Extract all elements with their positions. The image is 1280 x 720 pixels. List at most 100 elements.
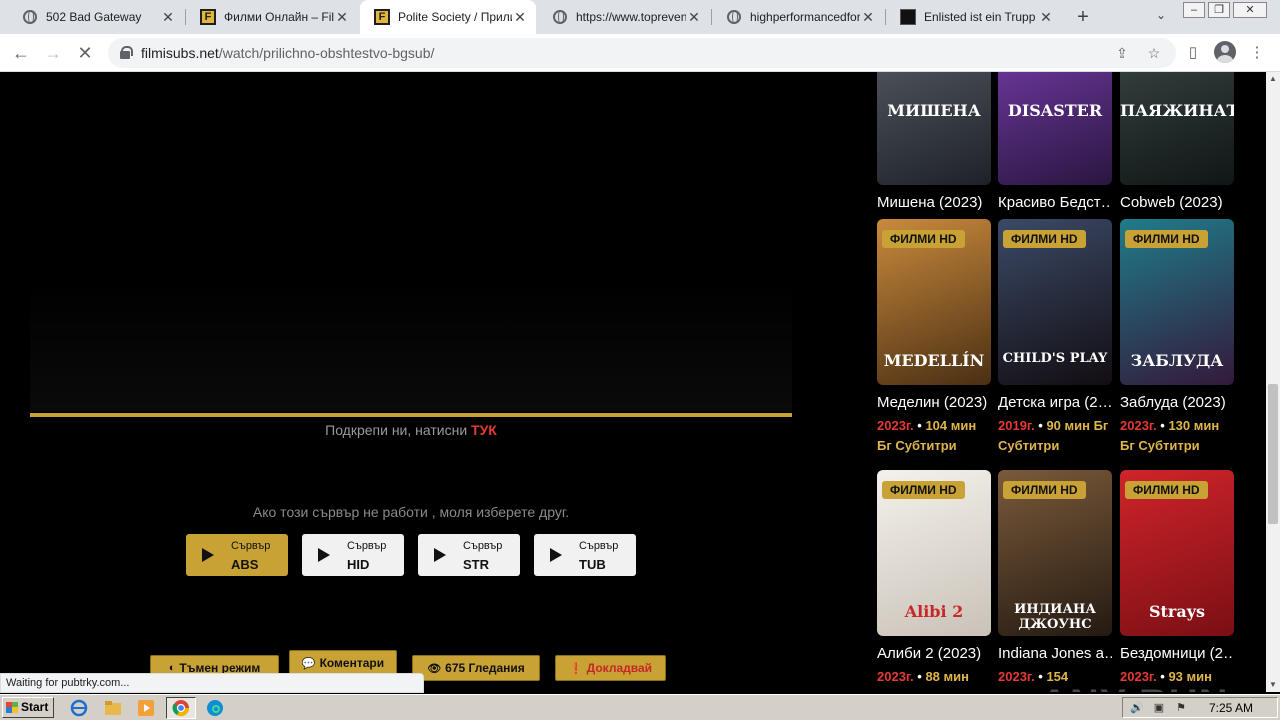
- server-name: TUB: [579, 557, 606, 572]
- report-button[interactable]: ❗ Докладвай: [555, 655, 666, 681]
- windows-taskbar: Start 🔊 ▣ ⚑ 7:25 AM: [0, 694, 1280, 720]
- restore-button[interactable]: ❐: [1208, 2, 1230, 18]
- scroll-up-arrow-icon[interactable]: ▲: [1266, 72, 1280, 86]
- movie-poster[interactable]: МИШЕНА: [877, 72, 991, 185]
- movie-card[interactable]: ФИЛМИ HD CHILD'S PLAY Детска игра (2019) 20…: [998, 219, 1112, 469]
- movie-card[interactable]: ФИЛМИ HD ЗАБЛУДА Заблуда (2023) 2023г. • 13…: [1120, 219, 1234, 469]
- filmisubs-icon: F: [200, 9, 216, 25]
- movie-title[interactable]: Меделин (2023): [877, 394, 991, 411]
- video-player[interactable]: [30, 278, 792, 412]
- movie-title[interactable]: Детска игра (2019): [998, 394, 1112, 411]
- url-text[interactable]: filmisubs.net/watch/prilichno-obshtestvo…: [141, 45, 434, 61]
- play-icon: [202, 548, 214, 562]
- movie-title[interactable]: Алиби 2 (2023): [877, 645, 991, 662]
- meta-separator: •: [1156, 418, 1169, 433]
- poster-title-art: Strays: [1148, 602, 1206, 621]
- menu-kebab-icon[interactable]: ⋮: [1245, 41, 1269, 65]
- server-label: Сървър: [347, 540, 387, 552]
- close-icon[interactable]: ✕: [334, 9, 350, 25]
- globe-icon: [726, 9, 742, 25]
- side-panel-icon[interactable]: ▯: [1181, 41, 1205, 65]
- hd-badge: ФИЛМИ HD: [882, 230, 965, 248]
- enlisted-icon: [900, 9, 916, 25]
- movie-poster[interactable]: ФИЛМИ HD CHILD'S PLAY: [998, 219, 1112, 385]
- profile-avatar[interactable]: [1214, 41, 1236, 63]
- close-icon[interactable]: ✕: [1038, 9, 1054, 25]
- support-link[interactable]: ТУК: [471, 422, 497, 438]
- edge-icon[interactable]: [204, 698, 226, 718]
- browser-toolbar: ← → ✕ filmisubs.net/watch/prilichno-obsh…: [0, 34, 1280, 72]
- lock-icon[interactable]: [120, 46, 133, 59]
- internet-explorer-icon[interactable]: [68, 698, 90, 718]
- close-icon[interactable]: ✕: [860, 9, 876, 25]
- comment-icon: 💬: [301, 657, 316, 670]
- close-icon[interactable]: ✕: [160, 9, 176, 25]
- movie-title[interactable]: Красиво Бедствие 2: [998, 194, 1112, 211]
- movie-title[interactable]: Бездомници (2023): [1120, 645, 1234, 662]
- url-host: filmisubs.net: [141, 45, 219, 61]
- movie-poster[interactable]: DISASTER: [998, 72, 1112, 185]
- window-close-button[interactable]: ✕: [1233, 2, 1267, 18]
- chrome-taskbar-button[interactable]: [166, 697, 196, 719]
- tab-search-chevron-icon[interactable]: ⌄: [1152, 8, 1170, 26]
- tab-topreventionsexual[interactable]: https://www.topreventionsexual ✕: [538, 0, 710, 34]
- poster-title-art: ЗАБЛУДА: [1130, 351, 1224, 370]
- address-bar[interactable]: filmisubs.net/watch/prilichno-obshtestvo…: [108, 38, 1176, 68]
- server-label: Сървър: [463, 540, 503, 552]
- movie-card[interactable]: ФИЛМИ HD Alibi 2 Алиби 2 (2023) 2023г. • 88…: [877, 470, 991, 692]
- meta-separator: •: [913, 418, 926, 433]
- movie-poster[interactable]: ФИЛМИ HD ЗАБЛУДА: [1120, 219, 1234, 385]
- page-scrollbar[interactable]: ▲ ▼: [1266, 72, 1280, 692]
- tab-filmi-online[interactable]: F Филми Онлайн – FilmiSubs ✕: [186, 0, 358, 34]
- movie-poster[interactable]: ФИЛМИ HD MEDELLÍN: [877, 219, 991, 385]
- media-player-icon[interactable]: [135, 698, 157, 718]
- bookmark-star-icon[interactable]: ☆: [1144, 43, 1164, 63]
- minimize-button[interactable]: –: [1183, 2, 1205, 18]
- clock: 7:25 AM: [1209, 701, 1254, 715]
- movie-year: 2019г.: [998, 418, 1035, 433]
- back-arrow-icon[interactable]: ←: [9, 41, 33, 65]
- stop-loading-icon[interactable]: ✕: [73, 41, 97, 65]
- movie-title[interactable]: Cobweb (2023): [1120, 194, 1234, 211]
- server-button-str[interactable]: Сървър STR: [418, 534, 520, 576]
- server-button-hid[interactable]: Сървър HID: [302, 534, 404, 576]
- network-icon[interactable]: ▣: [1151, 701, 1167, 715]
- comments-label: Коментари: [319, 656, 385, 670]
- tab-polite-society[interactable]: F Polite Society / Прилично общество ✕: [360, 0, 536, 34]
- volume-icon[interactable]: 🔊: [1129, 701, 1145, 715]
- movie-year: 2023г.: [877, 669, 914, 684]
- tab-highperformance[interactable]: highperformancedformats ✕: [712, 0, 884, 34]
- movie-card[interactable]: ФИЛМИ HDStraysБездомници (2023)2023г. • …: [1120, 470, 1234, 692]
- tab-title: 502 Bad Gateway: [46, 10, 142, 24]
- movie-title[interactable]: Заблуда (2023): [1120, 394, 1234, 411]
- close-icon[interactable]: ✕: [686, 9, 702, 25]
- flag-notification-icon[interactable]: ⚑: [1173, 701, 1189, 715]
- play-icon: [550, 548, 562, 562]
- views-label: 675 Гледания: [445, 661, 525, 675]
- movie-poster[interactable]: ФИЛМИ HD Alibi 2: [877, 470, 991, 636]
- play-icon: [434, 548, 446, 562]
- server-button-abs[interactable]: Сървър ABS: [186, 534, 288, 576]
- file-explorer-icon[interactable]: [102, 698, 124, 718]
- movie-poster[interactable]: ФИЛМИ HD ИНДИАНА ДЖОУНС: [998, 470, 1112, 636]
- movie-card[interactable]: ФИЛМИ HD MEDELLÍN Меделин (2023) 2023г. • 1…: [877, 219, 991, 469]
- anyrun-watermark: ANY RUN: [1040, 682, 1229, 692]
- server-button-tub[interactable]: Сървър TUB: [534, 534, 636, 576]
- movie-card[interactable]: ФИЛМИ HD ИНДИАНА ДЖОУНС Indiana Jones and …: [998, 470, 1112, 692]
- forward-arrow-icon[interactable]: →: [41, 41, 65, 65]
- share-icon[interactable]: ⇪: [1112, 43, 1132, 63]
- meta-separator: •: [1034, 418, 1047, 433]
- movie-title[interactable]: Indiana Jones and the Dial of Destiny: [998, 645, 1112, 662]
- scrollbar-thumb[interactable]: [1268, 384, 1278, 524]
- tab-502-bad-gateway[interactable]: 502 Bad Gateway ✕: [8, 0, 184, 34]
- start-button[interactable]: Start: [2, 697, 54, 718]
- movie-poster[interactable]: ФИЛМИ HD Strays: [1120, 470, 1234, 636]
- movie-title[interactable]: Мишена (2023): [877, 194, 991, 211]
- tab-title: Enlisted ist ein Trupp basierter: [924, 10, 1038, 24]
- scroll-down-arrow-icon[interactable]: ▼: [1266, 678, 1280, 692]
- tab-enlisted[interactable]: Enlisted ist ein Trupp basierter ✕: [886, 0, 1062, 34]
- views-button[interactable]: 👁 675 Гледания: [412, 655, 540, 681]
- movie-poster[interactable]: ПАЯЖИНАТА: [1120, 72, 1234, 185]
- close-icon[interactable]: ✕: [512, 9, 528, 25]
- new-tab-button[interactable]: +: [1072, 6, 1094, 28]
